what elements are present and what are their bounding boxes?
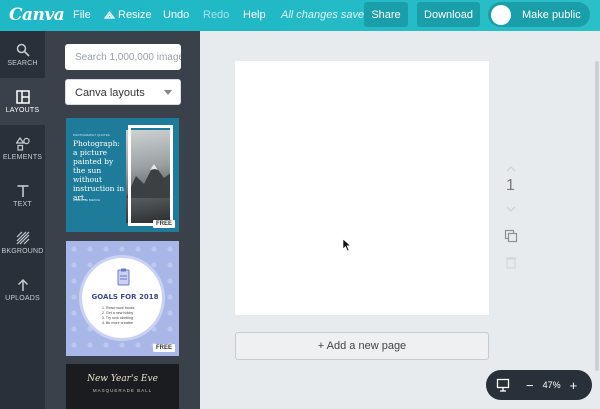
rail-layouts[interactable]: LAYOUTS <box>0 78 45 125</box>
menu-redo[interactable]: Redo <box>203 9 229 21</box>
layouts-icon <box>15 89 30 104</box>
zoom-level[interactable]: 47% <box>543 380 561 390</box>
rail-label: LAYOUTS <box>5 106 40 114</box>
template-heading: PHOTOGRAPHY QUOTES <box>73 133 110 137</box>
rail-label: ELEMENTS <box>2 153 43 161</box>
top-bar: Canva File Resize Undo Redo Help All cha… <box>0 0 600 31</box>
add-page-button[interactable]: + Add a new page <box>235 332 489 360</box>
menu-help[interactable]: Help <box>243 9 266 21</box>
zoom-out-button[interactable]: − <box>526 378 534 393</box>
goals-circle: GOALS FOR 2018 1. Read more books 2. Get… <box>79 255 165 341</box>
workspace-scrollbar[interactable] <box>595 61 599 371</box>
template-quote: Photograph: a picture painted by the sun… <box>73 139 125 202</box>
layout-category-select[interactable]: Canva layouts <box>65 79 181 105</box>
layout-select-value: Canva layouts <box>75 87 145 99</box>
menu-resize[interactable]: Resize <box>118 9 152 21</box>
menu-undo[interactable]: Undo <box>163 9 189 21</box>
save-status: All changes saved <box>281 9 371 21</box>
chevron-down-icon <box>164 90 172 95</box>
template-cite: AMBROSE BIERCE <box>73 198 101 202</box>
present-icon[interactable] <box>496 378 510 392</box>
zoom-controls: − 47% + <box>486 370 592 400</box>
rail-uploads[interactable]: UPLOADS <box>0 266 45 313</box>
make-public-label: Make public <box>522 8 581 21</box>
side-rail: SEARCH LAYOUTS ELEMENTS TEXT BKGROUND UP… <box>0 31 45 409</box>
rail-text[interactable]: TEXT <box>0 172 45 219</box>
free-badge: FREE <box>152 344 175 352</box>
delete-page-icon[interactable] <box>504 255 518 269</box>
menu-file[interactable]: File <box>73 9 91 21</box>
layouts-panel: Search 1,000,000 images Canva layouts PH… <box>45 31 200 409</box>
upload-icon <box>17 278 28 291</box>
goals-title: GOALS FOR 2018 <box>91 293 159 301</box>
rail-background[interactable]: BKGROUND <box>0 219 45 266</box>
toggle-knob <box>491 4 511 25</box>
free-badge: FREE <box>152 220 175 228</box>
mouse-cursor-icon <box>342 238 352 252</box>
image-search-input[interactable]: Search 1,000,000 images <box>65 44 181 70</box>
search-icon <box>16 43 30 57</box>
move-page-down-icon[interactable] <box>504 202 518 216</box>
download-button[interactable]: Download <box>417 2 480 27</box>
rail-label: TEXT <box>13 200 32 208</box>
rail-label: UPLOADS <box>5 294 40 302</box>
template-subtitle: MASQUERADE BALL <box>92 388 153 393</box>
rail-elements[interactable]: ELEMENTS <box>0 125 45 172</box>
text-icon <box>17 184 28 197</box>
elements-icon <box>15 136 30 151</box>
move-page-up-icon[interactable] <box>504 162 518 176</box>
template-title: New Year's Eve <box>87 374 158 384</box>
photo-frame <box>128 125 173 226</box>
template-goals[interactable]: GOALS FOR 2018 1. Read more books 2. Get… <box>66 241 179 356</box>
background-icon <box>16 231 29 244</box>
design-page[interactable] <box>235 61 489 315</box>
page-number: 1 <box>506 177 515 194</box>
rail-label: SEARCH <box>7 59 38 67</box>
copy-page-icon[interactable] <box>504 229 518 243</box>
clipboard-icon <box>117 268 130 286</box>
goals-list: 1. Read more books 2. Get a new hobby 3.… <box>102 306 134 326</box>
rail-search[interactable]: SEARCH <box>0 31 45 78</box>
template-new-years-eve[interactable]: New Year's Eve MASQUERADE BALL <box>66 364 179 409</box>
goal-item: 4. Be more creative <box>102 321 134 325</box>
zoom-in-button[interactable]: + <box>570 378 578 393</box>
share-button[interactable]: Share <box>364 2 408 27</box>
canva-logo[interactable]: Canva <box>9 5 65 25</box>
rail-label: BKGROUND <box>1 247 44 255</box>
editor-workspace: 1 + Add a new page − 47% + <box>200 31 600 409</box>
resize-icon[interactable] <box>103 9 116 21</box>
template-photography-quote[interactable]: PHOTOGRAPHY QUOTES Photograph: a picture… <box>66 118 179 232</box>
make-public-toggle[interactable]: Make public <box>488 2 590 27</box>
